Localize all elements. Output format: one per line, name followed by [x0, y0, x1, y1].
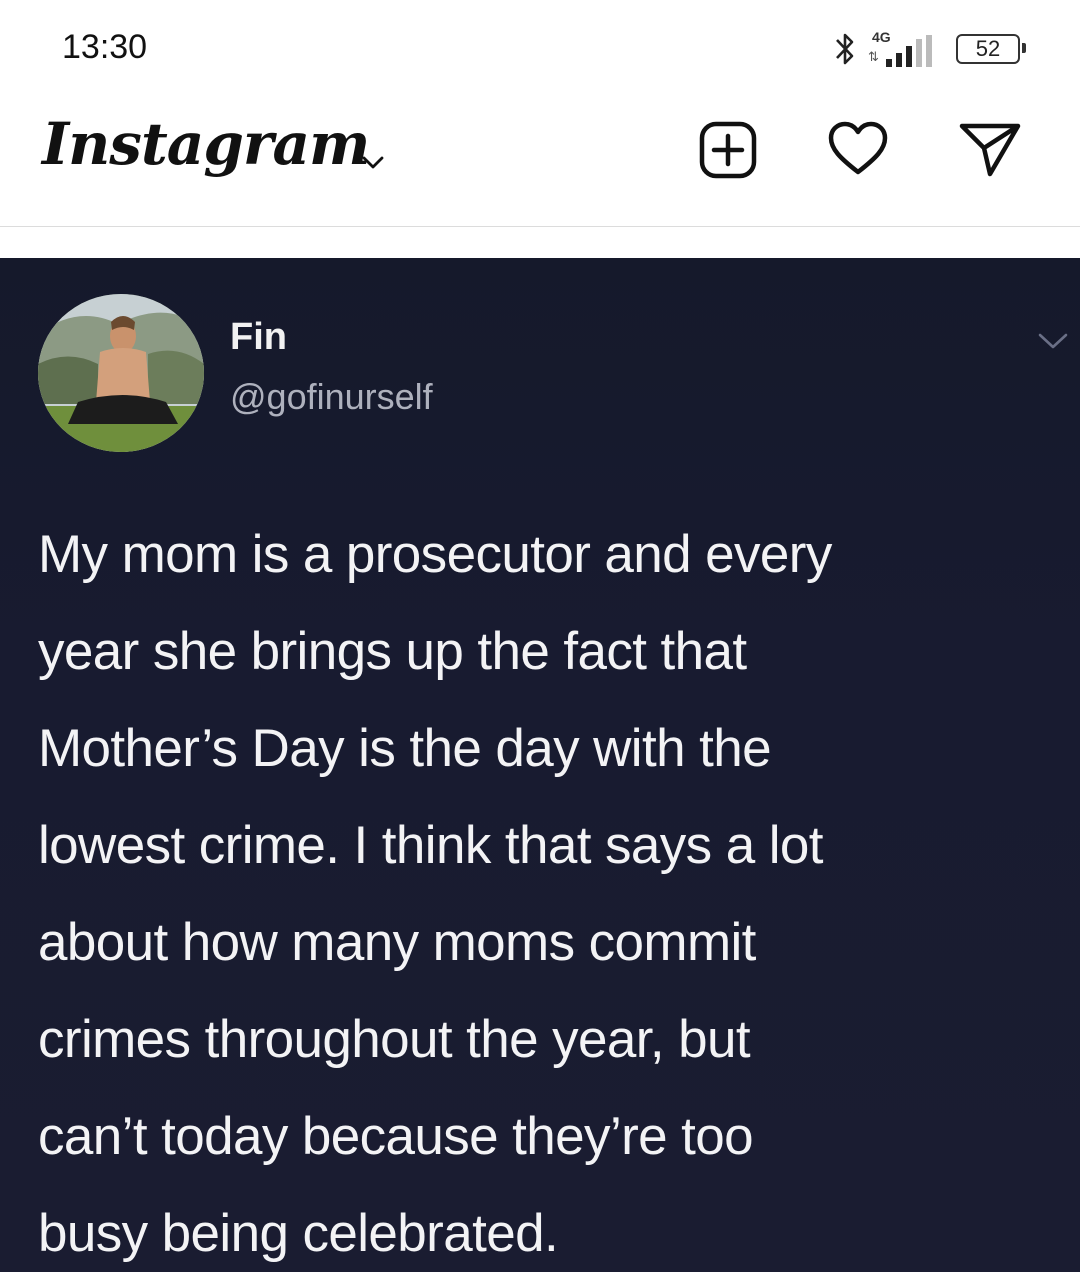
- signal-icon: 4G ⇅: [868, 27, 938, 71]
- chevron-down-icon[interactable]: [358, 150, 388, 174]
- post-text: My mom is a prosecutor and every year sh…: [38, 525, 832, 1263]
- bluetooth-icon: [836, 33, 854, 65]
- post-image: Fin @gofinurself My mom is a prosecutor …: [0, 258, 1080, 1272]
- battery-level: 52: [975, 36, 1001, 61]
- avatar[interactable]: [38, 294, 204, 452]
- chevron-down-icon[interactable]: [1036, 330, 1070, 352]
- app-header: Instagram: [0, 96, 1080, 227]
- author-handle[interactable]: @gofinurself: [230, 376, 433, 418]
- battery-icon: 52: [956, 34, 1026, 64]
- status-bar: 13:30 4G ⇅ 52: [0, 0, 1080, 96]
- status-time: 13:30: [62, 28, 148, 66]
- app-logo[interactable]: Instagram: [42, 110, 370, 178]
- send-icon[interactable]: [958, 118, 1022, 182]
- author-name[interactable]: Fin: [230, 316, 287, 359]
- status-icons: 4G ⇅ 52: [832, 24, 1026, 74]
- heart-icon[interactable]: [826, 118, 890, 182]
- data-arrows-icon: ⇅: [868, 49, 879, 64]
- new-post-icon[interactable]: [696, 118, 760, 182]
